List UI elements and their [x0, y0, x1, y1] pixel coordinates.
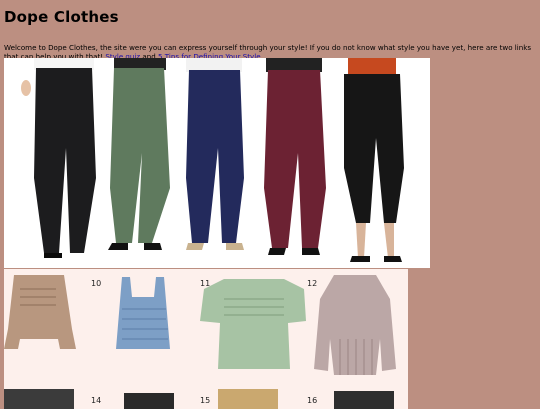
product-number: 11	[200, 279, 211, 288]
blue-plaid-peplum-top-figure	[116, 277, 170, 349]
black-trousers-figure	[21, 58, 96, 258]
floral-smocked-top-figure	[4, 275, 76, 349]
product-number: 12	[307, 279, 318, 288]
page-title: Dope Clothes	[4, 8, 119, 26]
green-smocked-top-figure	[200, 279, 306, 369]
navy-trousers-figure	[186, 58, 244, 250]
burgundy-trousers-figure	[264, 58, 326, 255]
product-number: 16	[307, 396, 318, 405]
product-number: 14	[91, 396, 102, 405]
tops-photo: 10 11 12 14 15 16	[4, 269, 408, 409]
pants-illustration	[21, 58, 404, 262]
green-trousers-figure	[108, 58, 170, 250]
product-number: 10	[91, 279, 102, 288]
pants-photo	[4, 58, 430, 268]
product-number: 15	[200, 396, 211, 405]
mauve-pleated-blouse-figure	[314, 275, 396, 375]
black-tapered-trousers-figure	[344, 58, 404, 262]
tops-illustration	[4, 275, 396, 409]
